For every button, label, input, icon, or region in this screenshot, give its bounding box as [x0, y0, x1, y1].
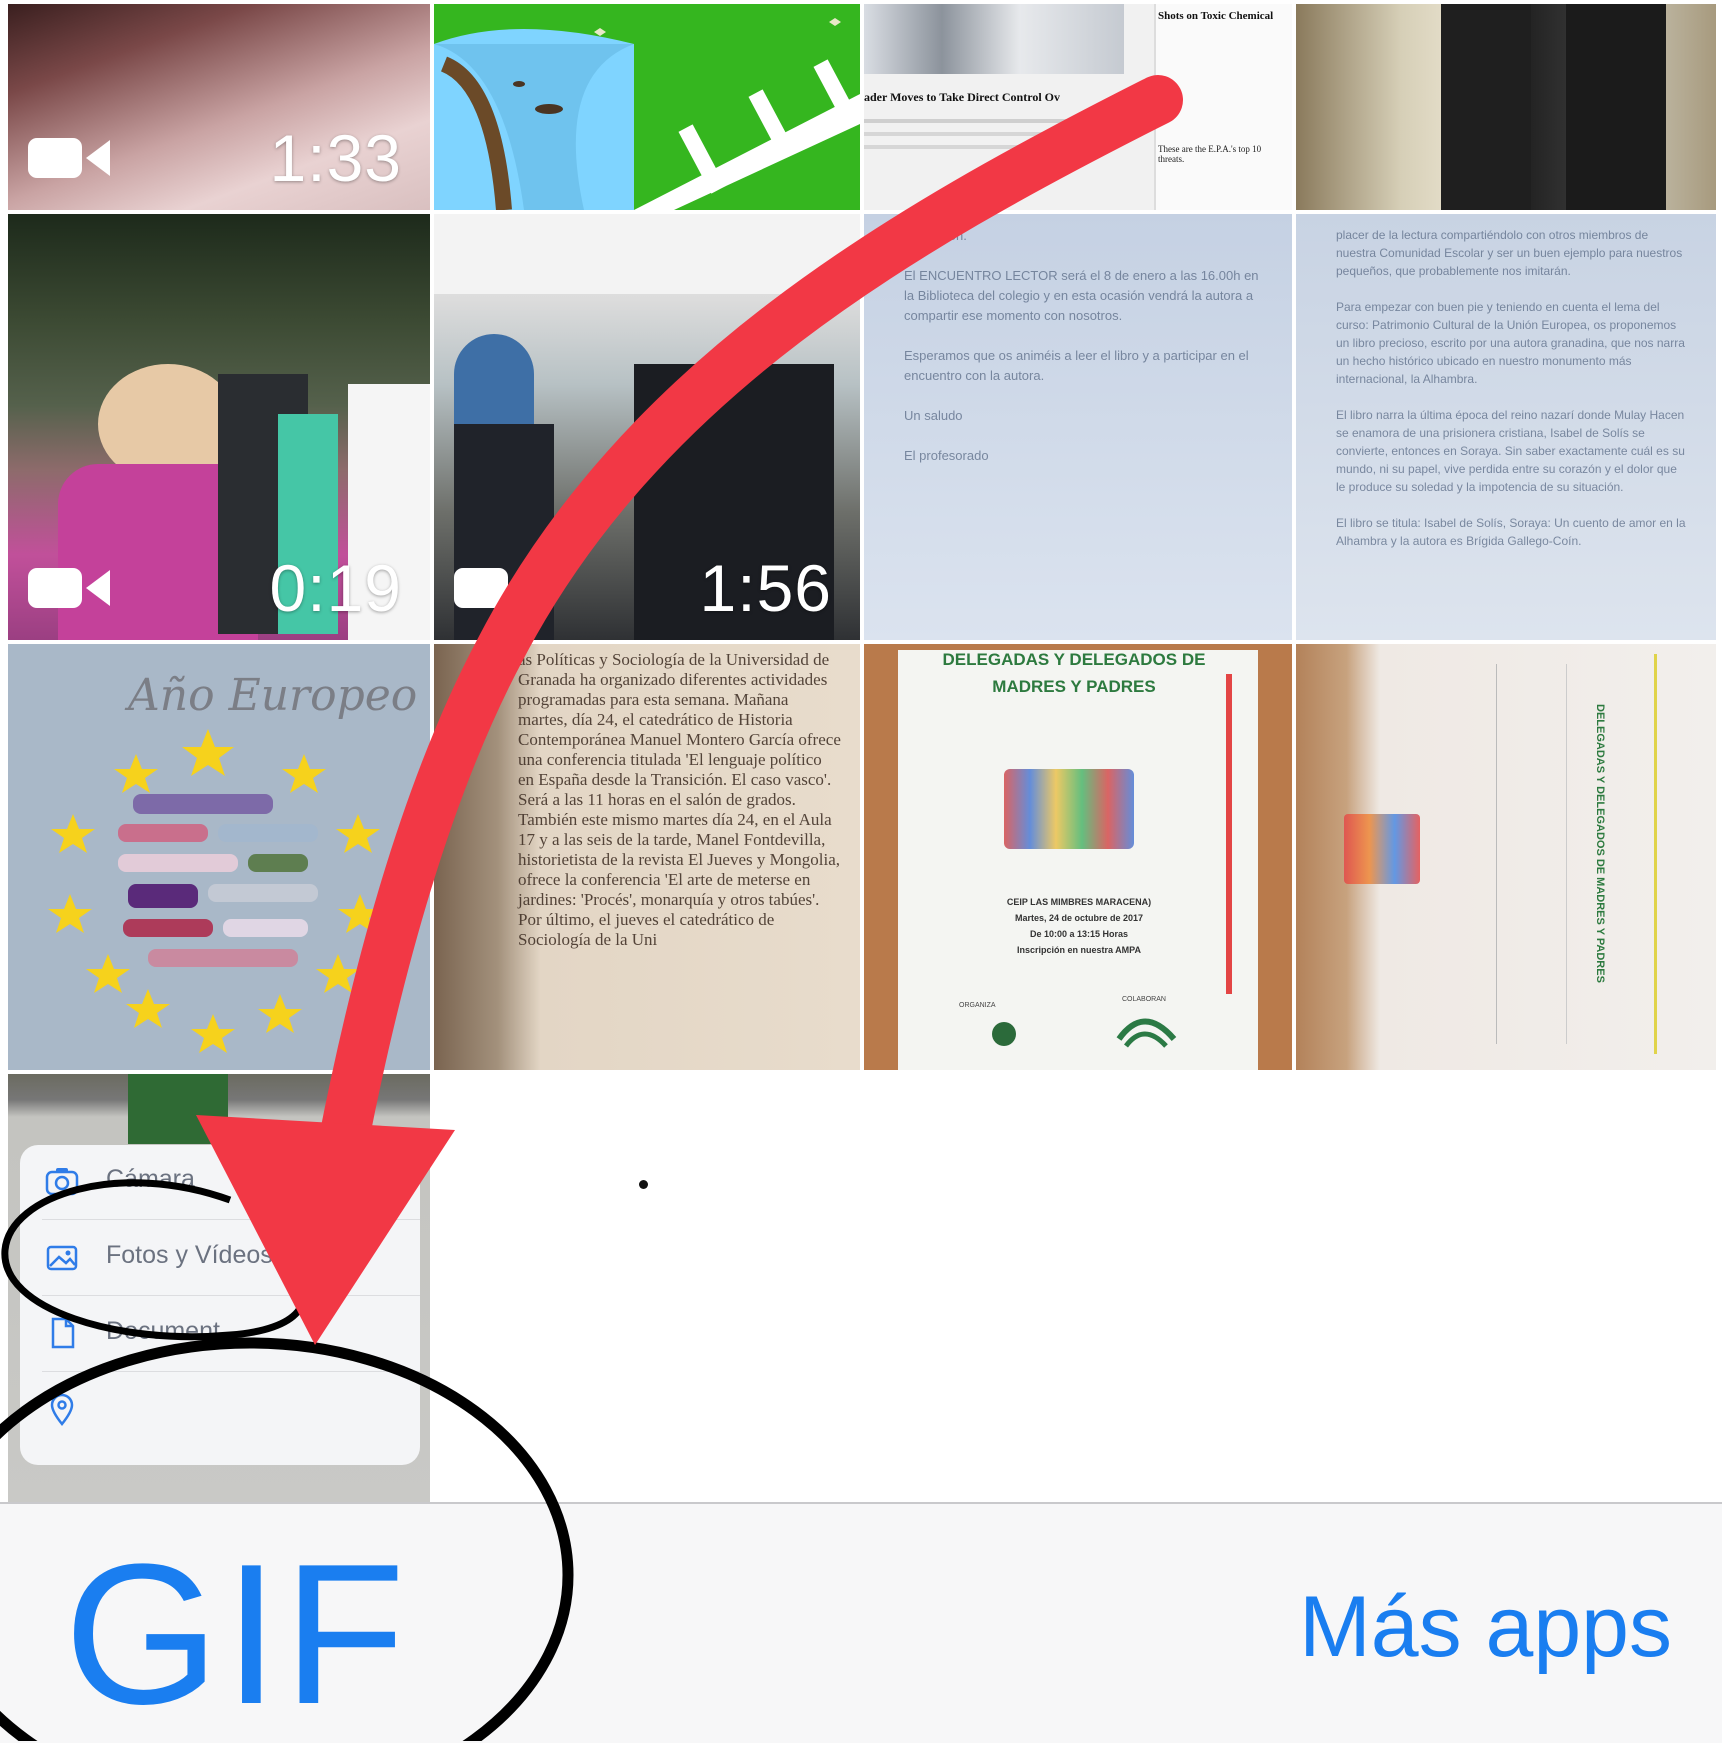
newspaper-text: as Políticas y Sociología de la Universi… — [518, 650, 841, 949]
more-apps-button[interactable]: Más apps — [1299, 1578, 1672, 1677]
document-text: placer de la lectura compartiéndolo con … — [1336, 228, 1686, 548]
menu-item-camera[interactable]: Cámara — [20, 1145, 420, 1219]
video-duration: 1:33 — [269, 121, 402, 195]
camera-icon — [45, 1168, 79, 1196]
flyer-logos — [992, 1018, 1177, 1048]
menu-item-document[interactable]: Document — [20, 1297, 420, 1371]
subheadline-text: These are the E.P.A.'s top 10 threats. — [1158, 144, 1262, 164]
menu-item-label: Document — [106, 1317, 220, 1345]
menu-item-label: Fotos y Vídeos — [106, 1241, 273, 1269]
video-camera-icon — [28, 568, 110, 608]
dot-marker — [639, 1180, 648, 1189]
document-text: de edición. El ENCUENTRO LECTOR será el … — [904, 228, 1259, 463]
photo-thumb-document[interactable]: de edición. El ENCUENTRO LECTOR será el … — [864, 214, 1292, 640]
photo-thumb-video-2[interactable]: 0:19 — [8, 214, 430, 640]
brochure-illustration — [1344, 814, 1420, 884]
photos-icon — [46, 1245, 78, 1271]
menu-item-photos-videos[interactable]: Fotos y Vídeos — [20, 1221, 420, 1295]
photo-thumb[interactable] — [434, 4, 860, 210]
document-icon — [51, 1317, 75, 1349]
attachment-menu: Cámara Fotos y Vídeos Document — [20, 1145, 420, 1465]
menu-item-label: Cámara — [106, 1165, 195, 1193]
photo-thumb-flyer[interactable]: DELEGADAS Y DELEGADOS DE MADRES Y PADRES… — [864, 644, 1292, 1070]
photo-thumb-news-screenshot[interactable]: Shots on Toxic Chemical ader Moves to Ta… — [864, 4, 1292, 210]
location-icon — [50, 1393, 74, 1427]
gif-button[interactable]: GIF — [64, 1520, 409, 1750]
eu-stars-image — [48, 729, 382, 1053]
photo-thumb-poster[interactable]: Año Europeo — [8, 644, 430, 1070]
video-camera-icon — [454, 568, 536, 608]
game-scene-image — [434, 18, 860, 210]
photo-thumb-brochure[interactable]: DELEGADAS Y DELEGADOS DE MADRES Y PADRES — [1296, 644, 1716, 1070]
brochure-title: DELEGADAS Y DELEGADOS DE MADRES Y PADRES — [1594, 704, 1606, 983]
video-duration: 1:56 — [699, 551, 832, 625]
photo-thumb-newspaper[interactable]: as Políticas y Sociología de la Universi… — [434, 644, 860, 1070]
photo-thumb[interactable] — [1296, 4, 1716, 210]
video-camera-icon — [28, 138, 110, 178]
photo-thumb-video-3[interactable]: 1:56 — [434, 214, 860, 640]
menu-item-location[interactable] — [20, 1373, 420, 1447]
headline-text: ader Moves to Take Direct Control Ov — [864, 90, 1060, 104]
headline-text: Shots on Toxic Chemical — [1158, 10, 1274, 22]
photo-thumb-document[interactable]: placer de la lectura compartiéndolo con … — [1296, 214, 1716, 640]
video-duration: 0:19 — [269, 551, 402, 625]
photo-thumb-video-1[interactable]: 1:33 — [8, 4, 430, 210]
